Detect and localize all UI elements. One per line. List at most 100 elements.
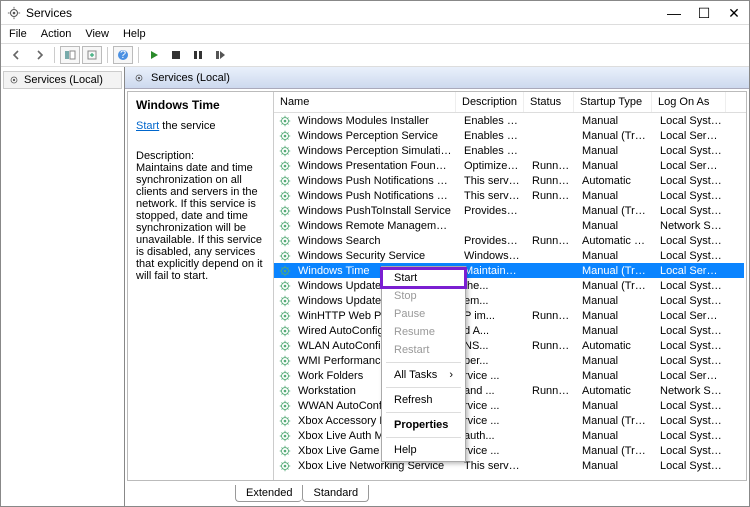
table-row[interactable]: WLAN AutoConfigNS...RunningAutomaticLoca… (274, 338, 744, 353)
table-row[interactable]: WinHTTP Web ProxP im...RunningManualLoca… (274, 308, 744, 323)
menu-action[interactable]: Action (41, 28, 72, 40)
cell-logon: Local System (654, 430, 728, 442)
table-row[interactable]: Windows Security ServiceWindows Se... Man… (274, 248, 744, 263)
table-row[interactable]: Windows PushToInstall ServiceProvides in… (274, 203, 744, 218)
table-row[interactable]: Xbox Live Auth Marauth...ManualLocal Sys… (274, 428, 744, 443)
table-row[interactable]: Windows Modules InstallerEnables inst...… (274, 113, 744, 128)
detail-pane: Windows Time Start the service Descripti… (128, 92, 274, 480)
minimize-button[interactable]: — (665, 6, 683, 20)
export-list-button[interactable] (82, 46, 102, 64)
view-tabs: Extended Standard (235, 485, 749, 502)
table-row[interactable]: Xbox Live Networking ServiceThis service… (274, 458, 744, 473)
tab-standard[interactable]: Standard (302, 485, 369, 502)
cell-desc: auth... (458, 430, 526, 442)
cell-status: Running (526, 190, 576, 202)
table-row[interactable]: Work Foldersrvice ...ManualLocal Service (274, 368, 744, 383)
ctx-refresh[interactable]: Refresh (382, 391, 465, 409)
cell-startup: Manual (Trigg... (576, 415, 654, 427)
back-button[interactable] (7, 46, 27, 64)
table-row[interactable]: Wired AutoConfigd A...ManualLocal System (274, 323, 744, 338)
table-row[interactable]: Windows Perception Simulation Serv...Ena… (274, 143, 744, 158)
col-status[interactable]: Status (524, 92, 574, 112)
cell-startup: Manual (Trigg... (576, 280, 654, 292)
help-button[interactable]: ? (113, 46, 133, 64)
cell-name: Windows Perception Service (292, 130, 458, 142)
play-button[interactable] (144, 46, 164, 64)
ctx-help[interactable]: Help (382, 441, 465, 459)
service-icon (278, 249, 292, 263)
start-service-link[interactable]: Start (136, 120, 159, 132)
cell-status: Running (526, 160, 576, 172)
cell-logon: Local System (654, 415, 728, 427)
table-row[interactable]: Workstationand ...RunningAutomaticNetwor… (274, 383, 744, 398)
ctx-all-tasks[interactable]: All Tasks (382, 366, 465, 384)
cell-desc: This service r... (458, 175, 526, 187)
cell-status: Running (526, 310, 576, 322)
cell-startup: Manual (576, 250, 654, 262)
table-row[interactable]: Xbox Accessory Marvice ...Manual (Trigg.… (274, 413, 744, 428)
cell-desc: Windows Se... (458, 250, 526, 262)
ctx-stop: Stop (382, 287, 465, 305)
services-table: Name Description Status Startup Type Log… (274, 92, 746, 480)
close-button[interactable]: ✕ (725, 6, 743, 20)
ctx-start[interactable]: Start (382, 269, 465, 287)
cell-name: Windows Security Service (292, 250, 458, 262)
cell-logon: Local System (654, 145, 728, 157)
pause-button[interactable] (188, 46, 208, 64)
cell-startup: Manual (576, 430, 654, 442)
cell-desc: Optimizes p... (458, 160, 526, 172)
table-row[interactable]: Windows Push Notifications User Se...Thi… (274, 188, 744, 203)
service-icon (278, 144, 292, 158)
table-row[interactable]: Windows Presentation Foundation Fo...Opt… (274, 158, 744, 173)
cell-logon: Local System (654, 280, 728, 292)
cell-desc: Provides infr... (458, 205, 526, 217)
main-header: Services (Local) (125, 67, 749, 89)
menu-file[interactable]: File (9, 28, 27, 40)
table-row[interactable]: Windows SearchProvides con...RunningAuto… (274, 233, 744, 248)
cell-status: Running (526, 340, 576, 352)
desc-label: Description: (136, 150, 265, 162)
col-description[interactable]: Description (456, 92, 524, 112)
cell-desc: rvice ... (458, 415, 526, 427)
table-row[interactable]: Windows TimeMaintains d...Manual (Trigg.… (274, 263, 744, 278)
service-icon (278, 444, 292, 458)
toolbar: ? (1, 43, 749, 67)
service-icon (278, 429, 292, 443)
tab-extended[interactable]: Extended (235, 485, 302, 502)
maximize-button[interactable]: ☐ (695, 6, 713, 20)
service-icon (278, 324, 292, 338)
cell-logon: Local System (654, 115, 728, 127)
service-icon (278, 369, 292, 383)
stop-button[interactable] (166, 46, 186, 64)
table-row[interactable]: Xbox Live Game Savrvice ...Manual (Trigg… (274, 443, 744, 458)
service-icon (278, 204, 292, 218)
cell-status: Running (526, 175, 576, 187)
table-row[interactable]: Windows Updatethe...Manual (Trigg...Loca… (274, 278, 744, 293)
window-title: Services (26, 6, 665, 20)
cell-desc: P im... (458, 310, 526, 322)
cell-logon: Network Se... (654, 385, 728, 397)
table-row[interactable]: WWAN AutoConfigrvice ...ManualLocal Syst… (274, 398, 744, 413)
service-icon (278, 189, 292, 203)
show-hide-tree-button[interactable] (60, 46, 80, 64)
cell-logon: Local Service (654, 130, 728, 142)
restart-button[interactable] (210, 46, 230, 64)
forward-button[interactable] (29, 46, 49, 64)
cell-desc: d A... (458, 325, 526, 337)
menu-help[interactable]: Help (123, 28, 146, 40)
col-name[interactable]: Name (274, 92, 456, 112)
menu-view[interactable]: View (85, 28, 109, 40)
col-startup[interactable]: Startup Type (574, 92, 652, 112)
column-headers: Name Description Status Startup Type Log… (274, 92, 746, 113)
table-row[interactable]: Windows Perception ServiceEnables spat..… (274, 128, 744, 143)
ctx-properties[interactable]: Properties (382, 416, 465, 434)
table-row[interactable]: WMI Performance Aper...ManualLocal Syste… (274, 353, 744, 368)
table-row[interactable]: Windows Remote Management (WS...ManualNe… (274, 218, 744, 233)
table-row[interactable]: Windows Push Notifications System ...Thi… (274, 173, 744, 188)
cell-name: Windows Push Notifications System ... (292, 175, 458, 187)
cell-desc: This service ... (458, 460, 526, 472)
cell-desc: Enables spat... (458, 145, 526, 157)
col-logon[interactable]: Log On As (652, 92, 726, 112)
nav-services-local[interactable]: Services (Local) (3, 71, 122, 89)
table-row[interactable]: Windows Update Mem...ManualLocal System (274, 293, 744, 308)
